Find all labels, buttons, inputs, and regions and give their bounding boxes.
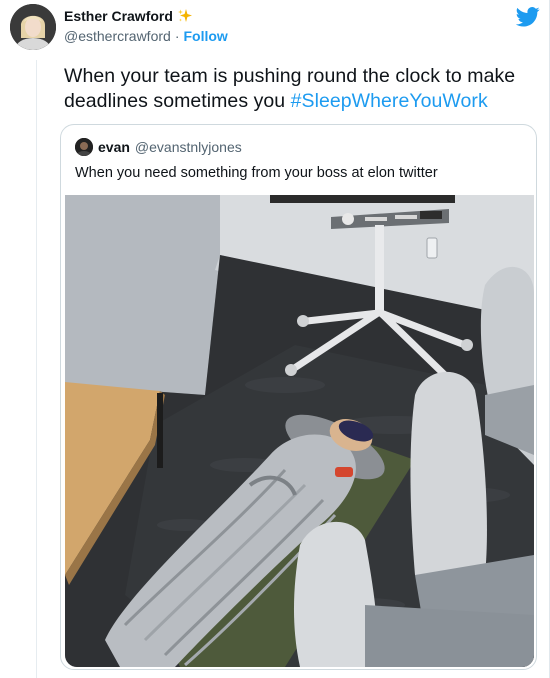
quoted-header: evan @evanstnlyjones xyxy=(75,138,242,156)
author-name[interactable]: Esther Crawford xyxy=(64,8,173,24)
author-block: Esther Crawford @esthercrawford · Follow xyxy=(64,8,228,44)
tweet-text: When your team is pushing round the cloc… xyxy=(64,64,534,114)
author-handle[interactable]: @esthercrawford xyxy=(64,28,171,44)
hashtag-link[interactable]: #SleepWhereYouWork xyxy=(291,90,488,112)
sparkles-icon xyxy=(177,8,193,24)
thread-line xyxy=(36,60,37,678)
office-floor-photo xyxy=(65,195,534,667)
quoted-tweet[interactable]: evan @evanstnlyjones When you need somet… xyxy=(60,124,537,670)
author-handle-line: @esthercrawford · Follow xyxy=(64,28,228,44)
tweet-card: Esther Crawford @esthercrawford · Follow… xyxy=(0,0,550,678)
author-avatar-image xyxy=(10,4,56,50)
quoted-author-name[interactable]: evan xyxy=(98,139,130,155)
handle-separator: · xyxy=(174,28,180,44)
follow-button[interactable]: Follow xyxy=(183,28,227,44)
quoted-photo[interactable] xyxy=(65,195,534,667)
quoted-author-handle[interactable]: @evanstnlyjones xyxy=(135,139,242,155)
quoted-avatar[interactable] xyxy=(75,138,93,156)
quoted-text: When you need something from your boss a… xyxy=(75,165,438,181)
author-avatar[interactable] xyxy=(10,4,56,50)
twitter-bird-icon[interactable] xyxy=(515,7,540,27)
author-name-line: Esther Crawford xyxy=(64,8,228,24)
